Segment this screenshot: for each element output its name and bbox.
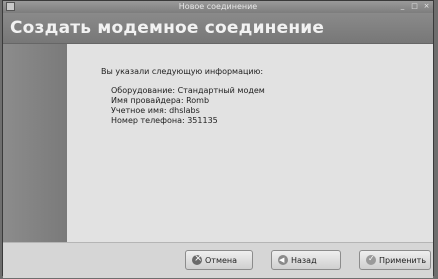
- wizard-header: Создать модемное соединение: [3, 13, 433, 44]
- summary-row-account: Учетное имя: dhslabs: [111, 106, 265, 116]
- summary-row-hardware: Оборудование: Стандартный модем: [111, 86, 265, 96]
- summary-value: dhslabs: [169, 106, 200, 115]
- minimize-icon[interactable]: _: [398, 2, 407, 11]
- maximize-icon[interactable]: □: [410, 2, 419, 11]
- back-label: Назад: [291, 255, 317, 265]
- cancel-button[interactable]: Отмена: [185, 250, 253, 270]
- close-icon[interactable]: ×: [422, 2, 431, 11]
- apply-button[interactable]: Применить: [359, 250, 431, 270]
- summary-label: Оборудование:: [111, 86, 176, 95]
- back-arrow-icon: [278, 255, 288, 265]
- summary-list: Оборудование: Стандартный модем Имя пров…: [111, 86, 265, 126]
- cancel-label: Отмена: [205, 255, 238, 265]
- summary-label: Имя провайдера:: [111, 96, 184, 105]
- summary-label: Номер телефона:: [111, 116, 185, 125]
- summary-row-phone: Номер телефона: 351135: [111, 116, 265, 126]
- summary-value: 351135: [187, 116, 218, 125]
- summary-value: Стандартный модем: [177, 86, 265, 95]
- summary-label: Учетное имя:: [111, 106, 167, 115]
- page-title: Создать модемное соединение: [10, 18, 325, 38]
- wizard-sidebar: [3, 44, 67, 242]
- dialog-window: Новое соединение _ □ × Создать модемное …: [2, 0, 434, 278]
- summary-intro: Вы указали следующую информацию:: [101, 67, 264, 76]
- apply-check-icon: [366, 254, 376, 265]
- apply-label: Применить: [379, 255, 427, 265]
- window-title: Новое соединение: [178, 2, 258, 11]
- cancel-icon: [192, 253, 202, 265]
- summary-value: Romb: [186, 96, 210, 105]
- summary-row-provider: Имя провайдера: Romb: [111, 96, 265, 106]
- back-button[interactable]: Назад: [271, 250, 341, 270]
